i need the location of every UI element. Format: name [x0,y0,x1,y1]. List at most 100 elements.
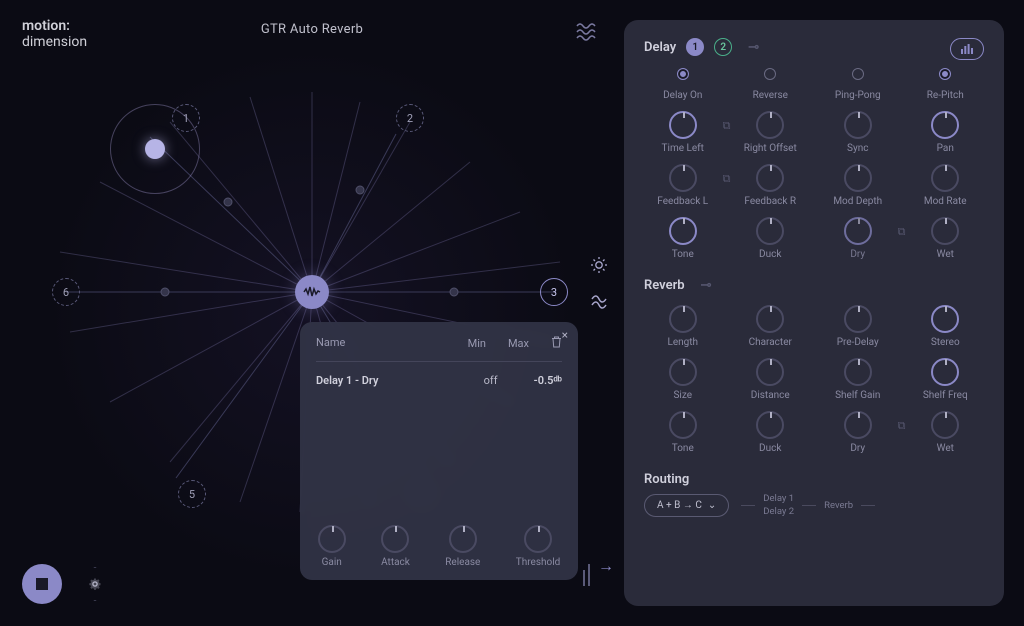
mod-row-name: Delay 1 - Dry [316,374,378,387]
reverb-title: Reverb [644,278,685,293]
delay-on-toggle[interactable] [677,68,689,80]
delay-duck-knob[interactable] [756,217,784,245]
output-meter [583,564,590,586]
length-label: Length [667,337,698,348]
delay-wet-knob[interactable] [931,217,959,245]
repitch-toggle[interactable] [939,68,951,80]
mod-col-name: Name [316,336,345,351]
size-label: Size [673,390,692,401]
reverse-toggle[interactable] [764,68,776,80]
reverb-duck-knob[interactable] [756,411,784,439]
mod-row-min: off [484,374,512,387]
distance-label: Distance [751,390,790,401]
stop-button[interactable] [22,564,62,604]
delay-tone-label: Tone [672,249,694,260]
reverb-duck-label: Duck [759,443,781,454]
center-handle[interactable] [295,275,329,309]
time-left-knob[interactable] [669,111,697,139]
mod-row[interactable]: Delay 1 - Dry off -0.5ᵈᵇ [316,362,562,399]
mod-rate-knob[interactable] [931,164,959,192]
shelf-freq-knob[interactable] [931,358,959,386]
mod-depth-knob[interactable] [844,164,872,192]
analyzer-button[interactable] [950,38,984,60]
reverb-dry-knob[interactable] [844,411,872,439]
expand-arrow-icon[interactable]: → [594,546,618,586]
link-icon[interactable]: ⊸ [748,40,759,55]
brightness-icon[interactable] [590,256,608,279]
delay-tab-2[interactable]: 2 [714,38,732,56]
delay-on-label: Delay On [663,90,702,101]
reverb-wet-knob[interactable] [931,411,959,439]
attack-label: Attack [381,557,410,568]
routing-button-label: A + B → C [657,500,702,511]
delay-section-head: Delay 1 2 ⊸ [644,38,984,56]
feedback-r-label: Feedback R [744,196,796,207]
mod-depth-label: Mod Depth [833,196,882,207]
trash-icon[interactable] [551,336,562,351]
predelay-label: Pre-Delay [837,337,879,348]
params-panel: Delay 1 2 ⊸ Delay On Reverse Ping-Pong R… [624,20,1004,606]
pingpong-toggle[interactable] [852,68,864,80]
distance-knob[interactable] [756,358,784,386]
character-knob[interactable] [756,305,784,333]
delay-tone-knob[interactable] [669,217,697,245]
chevron-down-icon: ⌄ [708,500,716,511]
mod-row-max: -0.5ᵈᵇ [534,374,562,387]
threshold-knob[interactable] [524,525,552,553]
sync-label: Sync [847,143,868,154]
route-delay2: Delay 2 [763,506,794,517]
wave-icon[interactable] [576,22,600,46]
stereo-label: Stereo [931,337,960,348]
feedback-l-knob[interactable] [669,164,697,192]
xy-space-panel: motion:dimension GTR Auto Reverb [0,0,624,626]
node-2[interactable]: 2 [396,104,424,132]
predelay-knob[interactable] [844,305,872,333]
reverb-dry-label: Dry [850,443,865,454]
routing-select[interactable]: A + B → C ⌄ [644,494,729,517]
link-icon[interactable]: ⊸ [701,278,712,293]
delay-tab-1[interactable]: 1 [686,38,704,56]
pan-knob[interactable] [931,111,959,139]
feedback-r-knob[interactable] [756,164,784,192]
shelf-gain-label: Shelf Gain [835,390,880,401]
chain-icon[interactable]: ⧉ [722,119,732,133]
stereo-knob[interactable] [931,305,959,333]
gain-knob[interactable] [318,525,346,553]
sync-knob[interactable] [844,111,872,139]
reverb-section-head: Reverb ⊸ [644,278,984,293]
release-label: Release [445,557,480,568]
scribble-icon[interactable] [590,293,608,316]
route-delay1: Delay 1 [763,493,794,504]
routing-diagram: Delay 1 Delay 2 Reverb [741,493,984,517]
character-label: Character [749,337,792,348]
routing-title: Routing [644,472,689,487]
route-reverb: Reverb [824,500,853,511]
release-knob[interactable] [449,525,477,553]
chain-icon[interactable]: ⧉ [722,172,732,186]
pan-label: Pan [937,143,954,154]
preset-name[interactable]: GTR Auto Reverb [0,22,624,37]
chain-icon[interactable]: ⧉ [897,419,907,433]
chain-icon[interactable]: ⧉ [897,225,907,239]
node-1[interactable]: 1 [172,104,200,132]
size-knob[interactable] [669,358,697,386]
right-offset-label: Right Offset [744,143,797,154]
right-offset-knob[interactable] [756,111,784,139]
delay-dry-label: Dry [850,249,865,260]
delay-dry-knob[interactable] [844,217,872,245]
delay-title: Delay [644,40,676,55]
delay-duck-label: Duck [759,249,781,260]
reverb-tone-label: Tone [672,443,694,454]
shelf-gain-knob[interactable] [844,358,872,386]
pingpong-label: Ping-Pong [835,90,881,101]
close-icon[interactable]: × [562,328,568,342]
routing-section-head: Routing [644,472,984,487]
length-knob[interactable] [669,305,697,333]
time-left-label: Time Left [662,143,704,154]
node-6[interactable]: 6 [52,278,80,306]
node-3[interactable]: 3 [540,278,568,306]
attack-knob[interactable] [381,525,409,553]
node-5[interactable]: 5 [178,480,206,508]
settings-button[interactable] [76,565,114,603]
reverb-tone-knob[interactable] [669,411,697,439]
